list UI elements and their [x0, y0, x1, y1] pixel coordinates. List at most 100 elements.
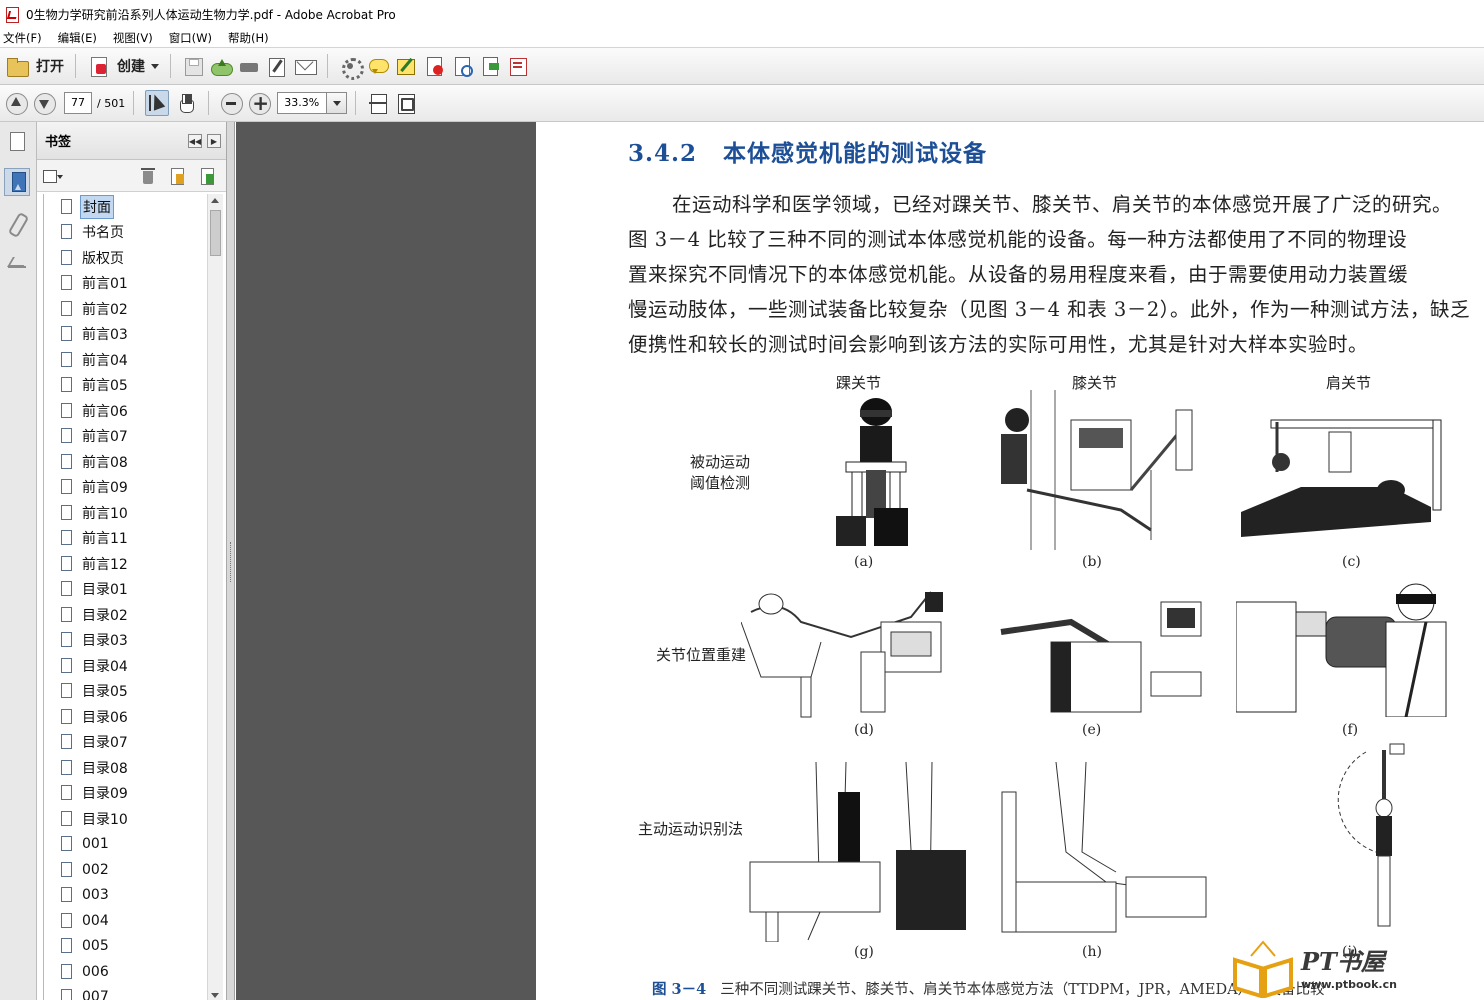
settings-button[interactable]	[339, 53, 364, 80]
options-menu-icon[interactable]	[41, 166, 63, 186]
email-button[interactable]	[294, 53, 317, 79]
bookmark-item[interactable]: 目录02	[44, 602, 207, 628]
acrobat-pdf-icon	[4, 6, 20, 23]
bookmark-label: 目录10	[82, 811, 128, 828]
bookmark-item[interactable]: 004	[44, 908, 207, 934]
bookmark-item[interactable]: 目录09	[44, 781, 207, 807]
form-button[interactable]	[507, 53, 529, 79]
page-number-input[interactable]: 77	[64, 92, 92, 114]
trash-icon[interactable]	[138, 166, 158, 186]
panel-splitter[interactable]	[227, 122, 235, 1000]
bookmark-item[interactable]: 前言07	[44, 424, 207, 450]
page-thumbnails-button[interactable]	[4, 128, 30, 156]
figure-row-reposition: 关节位置重建	[656, 645, 746, 666]
menu-file[interactable]: 文件(F)	[2, 30, 43, 46]
bookmark-page-icon	[60, 734, 75, 753]
panel-options-button[interactable]: ▶	[207, 134, 221, 148]
zoom-in-button[interactable]	[248, 90, 272, 116]
bookmark-page-icon	[60, 504, 75, 523]
bookmark-item[interactable]: 前言12	[44, 551, 207, 577]
bookmark-item[interactable]: 书名页	[44, 220, 207, 246]
export-button[interactable]	[479, 53, 501, 79]
bookmark-item[interactable]: 前言09	[44, 475, 207, 501]
redact-button[interactable]	[423, 53, 445, 79]
open-button[interactable]: 打开	[6, 53, 64, 79]
print-button[interactable]	[238, 53, 260, 79]
bookmark-item[interactable]: 前言08	[44, 449, 207, 475]
create-button[interactable]: 创建	[87, 53, 159, 79]
bookmark-item[interactable]: 前言01	[44, 271, 207, 297]
bookmark-scrollbar[interactable]	[207, 194, 223, 1000]
review-button[interactable]	[451, 53, 473, 79]
bookmark-item[interactable]: 目录05	[44, 679, 207, 705]
bookmark-item[interactable]: 目录01	[44, 577, 207, 603]
bookmark-page-icon	[60, 836, 75, 855]
menu-edit[interactable]: 编辑(E)	[57, 30, 98, 46]
menu-window[interactable]: 窗口(W)	[168, 30, 213, 46]
bookmarks-button[interactable]	[4, 168, 30, 196]
paragraph-line: 图 3－4 比较了三种不同的测试本体感觉机能的设备。每一种方法都使用了不同的物理…	[628, 228, 1408, 251]
document-view[interactable]: 3.4.2 本体感觉机能的测试设备 在运动科学和医学领域，已经对踝关节、膝关节、肩…	[236, 122, 1484, 1000]
bookmark-item[interactable]: 目录06	[44, 704, 207, 730]
cloud-upload-icon	[210, 55, 233, 77]
scroll-down-icon[interactable]	[211, 993, 219, 998]
select-tool-button[interactable]	[145, 90, 170, 116]
bookmark-label: 前言04	[82, 352, 128, 369]
menu-help[interactable]: 帮助(H)	[227, 30, 270, 46]
bookmark-item[interactable]: 封面	[44, 194, 207, 220]
bookmark-item[interactable]: 003	[44, 883, 207, 909]
scroll-up-icon[interactable]	[211, 198, 219, 203]
hand-icon	[175, 92, 197, 114]
bookmark-item[interactable]: 版权页	[44, 245, 207, 271]
bookmark-item[interactable]: 前言03	[44, 322, 207, 348]
previous-page-button[interactable]	[5, 90, 28, 116]
bookmark-label: 006	[82, 963, 109, 980]
zoom-level-input[interactable]: 33.3%	[277, 92, 328, 114]
bookmark-item[interactable]: 目录04	[44, 653, 207, 679]
bookmark-item[interactable]: 前言04	[44, 347, 207, 373]
bookmark-item[interactable]: 目录03	[44, 628, 207, 654]
bookmark-item[interactable]: 前言06	[44, 398, 207, 424]
bookmark-item[interactable]: 目录10	[44, 806, 207, 832]
splitter-grip[interactable]	[230, 542, 232, 582]
bookmark-item[interactable]: 005	[44, 934, 207, 960]
bookmark-item[interactable]: 目录07	[44, 730, 207, 756]
collapse-panel-button[interactable]: ◀◀	[188, 134, 202, 148]
figure-row-label-line: 被动运动	[690, 453, 751, 471]
create-label: 创建	[117, 59, 145, 75]
bookmark-item[interactable]: 006	[44, 959, 207, 985]
bookmark-item[interactable]: 002	[44, 857, 207, 883]
book-logo-icon	[1233, 940, 1293, 999]
figure-row-label-line: 主动运动识别法	[638, 820, 744, 838]
bookmark-item[interactable]: 前言11	[44, 526, 207, 552]
new-bookmark-icon[interactable]	[167, 166, 187, 186]
hand-tool-button[interactable]	[175, 90, 197, 116]
upload-button[interactable]	[210, 53, 233, 79]
save-button[interactable]	[182, 53, 204, 79]
menu-view[interactable]: 视图(V)	[112, 30, 154, 46]
bookmark-item[interactable]: 前言05	[44, 373, 207, 399]
scroll-thumb[interactable]	[210, 210, 221, 256]
bookmark-page-icon	[60, 810, 75, 829]
next-page-button[interactable]	[33, 90, 56, 116]
bookmark-label: 前言03	[82, 327, 128, 344]
attachments-button[interactable]	[4, 210, 30, 238]
zoom-dropdown-button[interactable]	[327, 92, 348, 114]
zoom-out-button[interactable]	[220, 90, 244, 116]
bookmark-item[interactable]: 目录08	[44, 755, 207, 781]
folder-open-icon	[6, 55, 29, 77]
edit-button[interactable]	[266, 53, 288, 79]
toolbar-separator	[133, 91, 135, 115]
full-screen-button[interactable]	[395, 90, 417, 116]
comment-button[interactable]	[367, 53, 389, 79]
bookmark-item[interactable]: 前言10	[44, 500, 207, 526]
bookmark-item[interactable]: 001	[44, 832, 207, 858]
bookmark-label: 目录08	[82, 760, 128, 777]
bookmark-page-icon	[60, 989, 75, 1000]
bookmark-item[interactable]: 前言02	[44, 296, 207, 322]
signatures-button[interactable]	[4, 254, 30, 282]
sign-button[interactable]	[395, 53, 417, 79]
bookmark-item[interactable]: 007	[44, 985, 207, 1000]
fit-page-button[interactable]	[367, 90, 389, 116]
expand-bookmark-icon[interactable]	[197, 166, 217, 186]
